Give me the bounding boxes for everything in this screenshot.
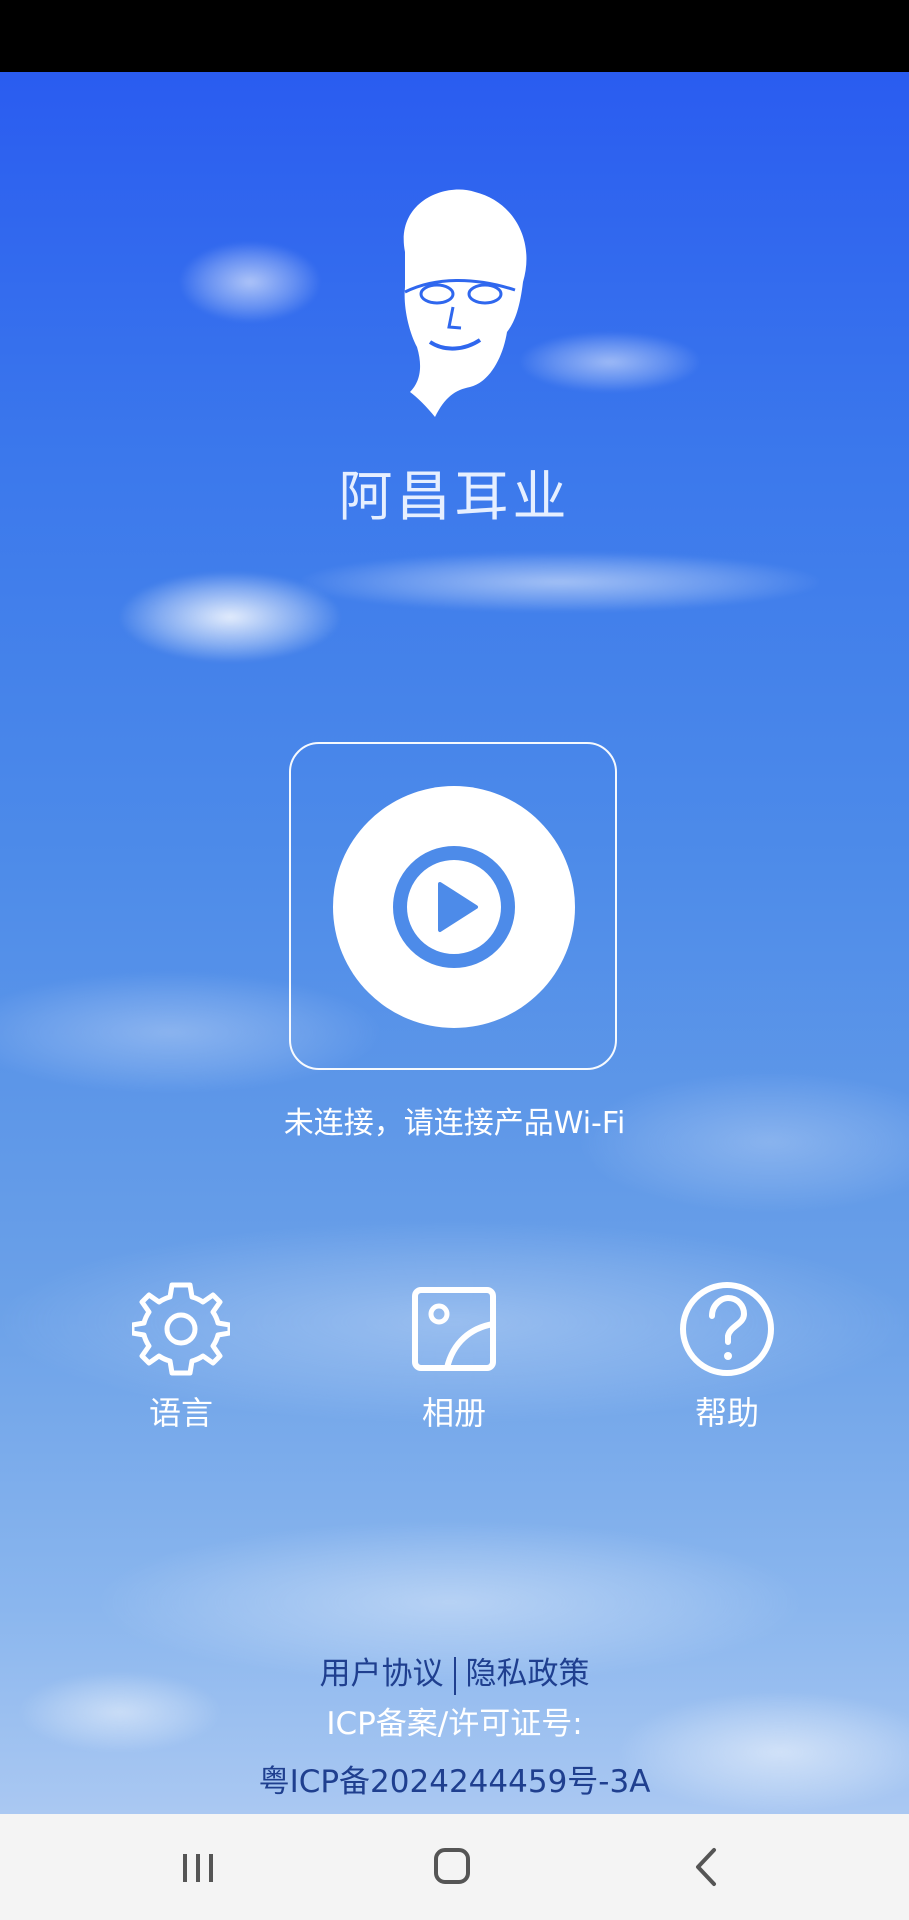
recent-apps-icon (183, 1854, 213, 1882)
privacy-policy-link[interactable]: 隐私政策 (466, 1656, 590, 1692)
album-label: 相册 (421, 1394, 486, 1432)
cloud (580, 1072, 909, 1212)
link-divider (453, 1656, 456, 1695)
icp-label: ICP备案/许可证号: (326, 1706, 583, 1742)
language-button[interactable]: 语言 (91, 1280, 271, 1434)
icp-number[interactable]: 粤ICP备2024244459号-3A (0, 1756, 909, 1801)
help-circle-icon (680, 1282, 774, 1376)
cloud (300, 552, 820, 612)
cloud (180, 242, 320, 322)
photo-album-icon (412, 1287, 496, 1371)
status-bar (0, 0, 909, 72)
recent-apps-button[interactable] (168, 1840, 228, 1894)
help-button[interactable]: 帮助 (637, 1280, 817, 1434)
connect-circle (333, 786, 575, 1028)
footer-links: 用户协议 隐私政策 (0, 1648, 909, 1695)
gear-icon (132, 1282, 230, 1376)
connection-status: 未连接，请连接产品Wi-Fi (283, 1106, 626, 1141)
user-agreement-link[interactable]: 用户协议 (320, 1656, 444, 1692)
app-screen: 阿昌耳业 未连接，请连接产品Wi-Fi 语言 相册 帮助 用户协议 隐私政策 I… (0, 0, 909, 1920)
cloud (520, 332, 700, 392)
brand-logo-icon (403, 189, 527, 417)
home-icon (434, 1848, 470, 1884)
back-icon (696, 1848, 716, 1886)
album-button[interactable]: 相册 (364, 1280, 544, 1434)
help-label: 帮助 (694, 1394, 759, 1432)
home-button[interactable] (422, 1840, 482, 1894)
brand-title: 阿昌耳业 (338, 465, 571, 528)
play-circle-icon (393, 846, 515, 968)
language-label: 语言 (148, 1394, 213, 1432)
connect-play-button[interactable] (289, 742, 617, 1070)
system-navigation-bar (0, 1814, 909, 1920)
back-button[interactable] (676, 1840, 736, 1894)
